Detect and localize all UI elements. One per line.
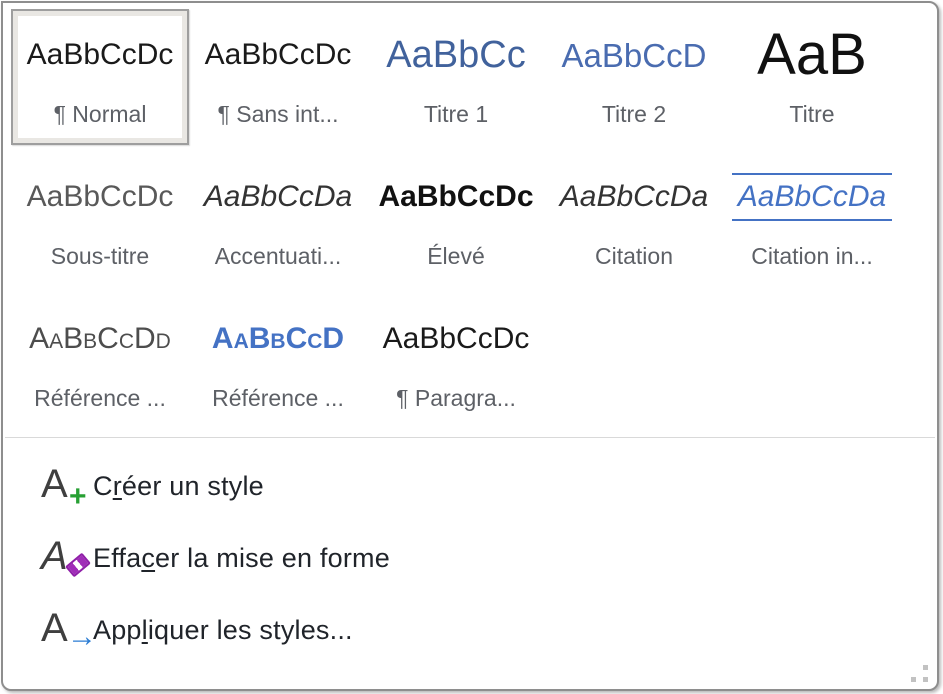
style-cell-subtitle[interactable]: AaBbCcDc Sous-titre: [11, 151, 189, 287]
style-sample-text: AaBbCcDc: [27, 182, 174, 212]
style-label: Titre 2: [602, 101, 666, 128]
styles-gallery: AaBbCcDc¶ NormalAaBbCcDc¶ Sans int...AaB…: [3, 3, 937, 437]
style-sample-wrap: AaBbCcDc: [369, 153, 543, 241]
style-label: ¶ Normal: [54, 101, 147, 128]
style-sample-wrap: AaBbCcDc: [13, 153, 187, 241]
style-cell-title2[interactable]: AaBbCcD Titre 2: [545, 9, 723, 145]
style-sample-wrap: AaBbCcDa: [191, 153, 365, 241]
style-label: Citation: [595, 243, 673, 270]
menu-item-label: Appliquer les styles...: [93, 615, 353, 646]
menu-text-part: c: [141, 543, 155, 573]
menu-item-label: Effacer la mise en forme: [93, 543, 390, 574]
menu-item-label: Créer un style: [93, 471, 264, 502]
style-sample-wrap: AaBbCcDc: [369, 295, 543, 383]
arrow-icon: →: [67, 622, 97, 652]
menu-text-part: er la mise en forme: [155, 543, 390, 573]
style-label: Titre: [789, 101, 834, 128]
style-sample-wrap: AaBbCcDa: [725, 153, 899, 241]
style-cell-emphasis[interactable]: AaBbCcDa Accentuati...: [189, 151, 367, 287]
style-sample-text: AaBbCcDc: [378, 182, 533, 212]
style-label: Référence ...: [212, 385, 344, 412]
resize-grip[interactable]: [911, 665, 928, 682]
style-cell-quote[interactable]: AaBbCcDa Citation: [545, 151, 723, 287]
styles-menu: A+Créer un styleAEffacer la mise en form…: [5, 437, 935, 666]
style-label: ¶ Paragra...: [396, 385, 516, 412]
style-sample-wrap: AaBbCcD: [191, 295, 365, 383]
style-sample-text: AaB: [757, 26, 867, 84]
style-label: Élevé: [427, 243, 485, 270]
letter-a-glyph: A: [41, 604, 68, 652]
style-sample-wrap: AaBbCcDd: [13, 295, 187, 383]
style-label: ¶ Sans int...: [217, 101, 338, 128]
style-sample-wrap: AaBbCcD: [547, 11, 721, 99]
style-sample-text: AaBbCcDc: [205, 40, 352, 70]
style-cell-no-spacing[interactable]: AaBbCcDc ¶ Sans int...: [189, 9, 367, 145]
menu-text-part: iquer les styles...: [148, 615, 353, 645]
style-cell-intense-reference[interactable]: AaBbCcD Référence ...: [189, 293, 367, 429]
menu-text-part: App: [93, 615, 142, 645]
style-cell-intense-quote[interactable]: AaBbCcDa Citation in...: [723, 151, 901, 287]
style-cell-subtle-reference[interactable]: AaBbCcDd Référence ...: [11, 293, 189, 429]
style-label: Accentuati...: [215, 243, 342, 270]
style-sample-text: AaBbCcDa: [732, 173, 892, 221]
menu-item-clear-formatting[interactable]: A Effacer la mise en forme: [5, 522, 935, 594]
menu-text-part: Effa: [93, 543, 141, 573]
menu-item-apply-styles[interactable]: A→Appliquer les styles...: [5, 594, 935, 666]
style-cell-list-paragraph[interactable]: AaBbCcDc ¶ Paragra...: [367, 293, 545, 429]
style-sample-text: AaBbCcD: [562, 39, 707, 72]
style-sample-wrap: AaBbCcDa: [547, 153, 721, 241]
letter-a-glyph: A: [41, 532, 68, 580]
style-sample-text: AaBbCcD: [212, 324, 344, 354]
style-sample-text: AaBbCcDa: [204, 182, 352, 212]
style-sample-wrap: AaBbCcDc: [191, 11, 365, 99]
styles-gallery-popup: AaBbCcDc¶ NormalAaBbCcDc¶ Sans int...AaB…: [1, 1, 939, 691]
style-cell-title1[interactable]: AaBbCc Titre 1: [367, 9, 545, 145]
style-label: Titre 1: [424, 101, 488, 128]
eraser-icon: [65, 553, 91, 578]
menu-text-part: C: [93, 471, 113, 501]
create-style-icon: A+: [35, 460, 93, 512]
menu-item-create-style[interactable]: A+Créer un style: [5, 450, 935, 522]
style-label: Citation in...: [751, 243, 872, 270]
style-label: Référence ...: [34, 385, 166, 412]
style-sample-text: AaBbCc: [386, 36, 525, 74]
style-cell-normal[interactable]: AaBbCcDc ¶ Normal: [11, 9, 189, 145]
menu-text-part: r: [113, 471, 122, 501]
menu-text-part: éer un style: [122, 471, 264, 501]
apply-styles-icon: A→: [35, 604, 93, 656]
style-cell-title[interactable]: AaB Titre: [723, 9, 901, 145]
style-sample-text: AaBbCcDc: [383, 324, 530, 354]
style-sample-wrap: AaBbCcDc: [13, 11, 187, 99]
style-cell-intense[interactable]: AaBbCcDc Élevé: [367, 151, 545, 287]
plus-icon: +: [69, 482, 87, 512]
style-sample-text: AaBbCcDc: [27, 40, 174, 70]
style-sample-text: AaBbCcDd: [29, 324, 171, 354]
letter-a-glyph: A: [41, 460, 68, 508]
style-label: Sous-titre: [51, 243, 149, 270]
style-sample-text: AaBbCcDa: [560, 182, 708, 212]
style-sample-wrap: AaBbCc: [369, 11, 543, 99]
style-sample-wrap: AaB: [725, 11, 899, 99]
clear-formatting-icon: A: [35, 532, 93, 584]
